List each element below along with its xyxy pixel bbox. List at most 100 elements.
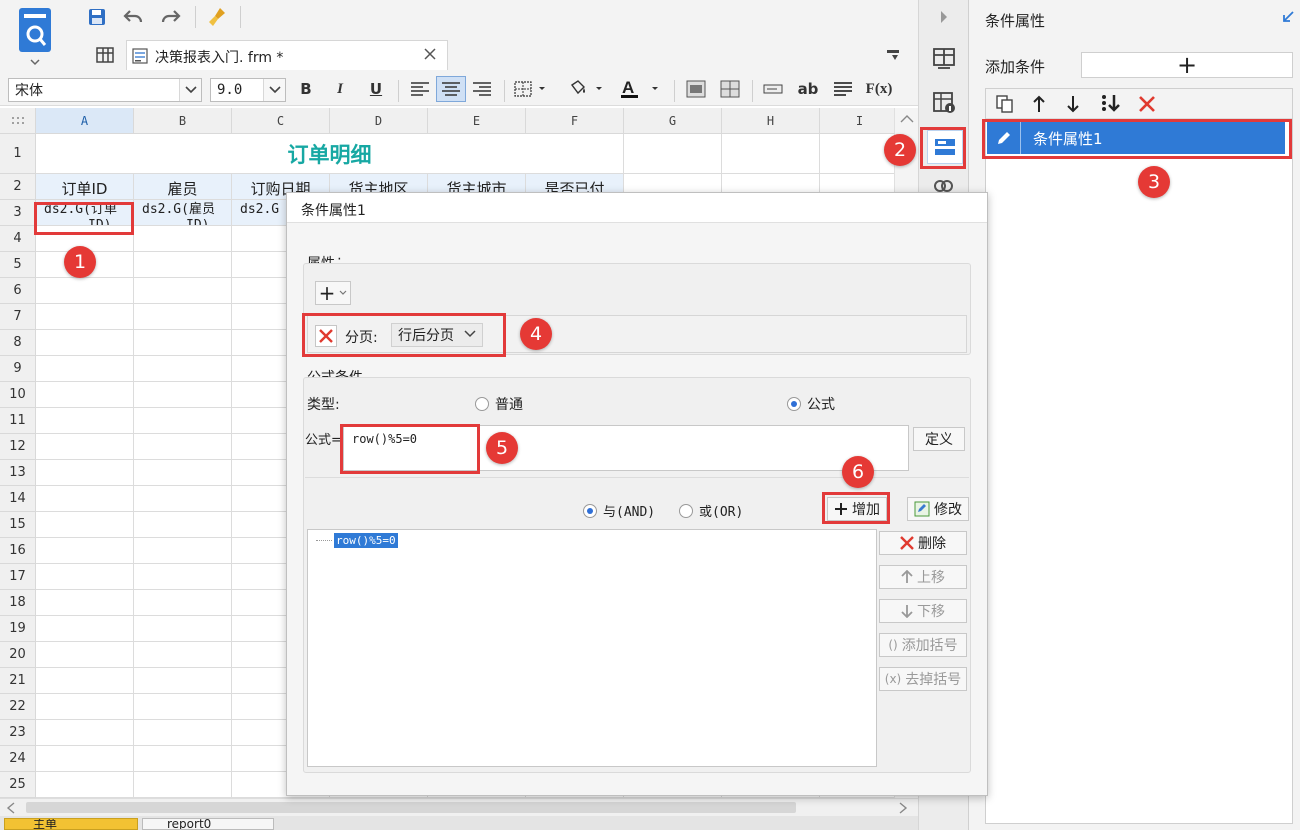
condition-attribute-icon[interactable] [927,130,963,164]
row-header[interactable]: 3 [0,200,36,226]
row-header[interactable]: 19 [0,616,36,642]
add-attr-button[interactable]: + [315,281,351,305]
row-header[interactable]: 20 [0,642,36,668]
row-header[interactable]: 18 [0,590,36,616]
scroll-thumb[interactable] [26,802,796,813]
scroll-up-icon[interactable] [900,114,914,124]
add-bracket-button[interactable]: () 添加括号 [879,633,967,657]
add-condition-button[interactable]: + [1081,52,1293,78]
paging-select[interactable]: 行后分页 [391,323,483,347]
grid-cell[interactable] [134,486,232,512]
column-header[interactable]: H [722,108,820,134]
row-header[interactable]: 16 [0,538,36,564]
font-color-icon[interactable]: A [616,76,664,102]
row-header[interactable]: 2 [0,174,36,200]
cell-element-icon[interactable] [932,46,956,70]
grid-cell[interactable] [36,278,134,304]
expand-arrow-icon[interactable] [939,10,949,24]
grid-cell[interactable] [134,564,232,590]
font-size-select[interactable]: 9.0 [210,78,286,102]
row-header[interactable]: 1 [0,134,36,174]
grid-view-icon[interactable] [92,42,118,68]
cell-attribute-icon[interactable] [932,90,956,114]
grid-cell[interactable] [134,616,232,642]
move-down-icon[interactable] [1066,95,1080,113]
row-header[interactable]: 8 [0,330,36,356]
file-tab[interactable]: 决策报表入门. frm * [126,40,448,70]
grid-cell[interactable] [36,512,134,538]
column-header[interactable]: D [330,108,428,134]
grid-cell[interactable] [134,356,232,382]
split-cells-icon[interactable] [716,76,744,102]
type-formula-radio[interactable]: 公式 [787,394,835,414]
grid-cell[interactable] [36,642,134,668]
grid-cell[interactable] [36,772,134,798]
grid-cell[interactable] [134,330,232,356]
row-header[interactable]: 14 [0,486,36,512]
merge-cells-icon[interactable] [682,76,710,102]
grid-cell[interactable] [134,460,232,486]
grid-cell[interactable] [134,304,232,330]
grid-cell[interactable] [134,382,232,408]
text-tool-button[interactable]: ab [794,76,822,102]
data-cell[interactable]: ds2.G(雇员 ID) [134,200,232,226]
grid-cell[interactable] [36,330,134,356]
bold-button[interactable]: B [294,76,318,102]
column-header[interactable]: B [134,108,232,134]
grid-cell[interactable] [36,460,134,486]
modify-button[interactable]: 修改 [907,497,969,521]
grid-cell[interactable] [36,382,134,408]
grid-cell[interactable] [134,434,232,460]
type-normal-radio[interactable]: 普通 [475,394,523,414]
report-title-cell[interactable]: 订单明细 [36,134,624,174]
grid-cell[interactable] [36,720,134,746]
grid-cell[interactable] [134,278,232,304]
format-painter-icon[interactable] [204,4,230,30]
align-left-icon[interactable] [406,76,434,102]
row-header[interactable]: 15 [0,512,36,538]
move-up-button[interactable]: 上移 [879,565,967,589]
grid-cell[interactable] [134,408,232,434]
row-header[interactable]: 21 [0,668,36,694]
grid-cell[interactable] [722,134,820,174]
row-header[interactable]: 9 [0,356,36,382]
scroll-right-icon[interactable] [898,802,908,814]
move-bottom-icon[interactable] [1100,94,1122,114]
grid-cell[interactable] [36,590,134,616]
delete-button[interactable]: 删除 [879,531,967,555]
remove-bracket-button[interactable]: (x) 去掉括号 [879,667,967,691]
align-center-icon[interactable] [436,76,466,102]
align-right-icon[interactable] [468,76,496,102]
row-header[interactable]: 5 [0,252,36,278]
fill-color-icon[interactable] [564,76,608,102]
row-header[interactable]: 22 [0,694,36,720]
save-icon[interactable] [84,4,110,30]
scroll-left-icon[interactable] [6,802,16,814]
column-header[interactable]: E [428,108,526,134]
collapse-corner-icon[interactable] [880,42,906,68]
row-header[interactable]: 6 [0,278,36,304]
list-item[interactable]: row()%5=0 [334,533,398,548]
select-all-corner[interactable] [0,108,36,134]
sheet-tab-main[interactable]: 主单 [4,818,138,830]
column-header[interactable]: F [526,108,624,134]
grid-cell[interactable] [36,356,134,382]
grid-cell[interactable] [134,226,232,252]
row-header[interactable]: 25 [0,772,36,798]
list-item[interactable]: 条件属性1 [987,122,1285,154]
grid-cell[interactable] [134,590,232,616]
move-up-icon[interactable] [1032,95,1046,113]
row-header[interactable]: 23 [0,720,36,746]
grid-cell[interactable] [36,434,134,460]
grid-cell[interactable] [36,408,134,434]
collapse-panel-icon[interactable] [1281,10,1295,24]
logic-or-radio[interactable]: 或(OR) [679,501,743,520]
redo-icon[interactable] [158,4,184,30]
delete-icon[interactable] [1138,95,1156,113]
row-header[interactable]: 24 [0,746,36,772]
undo-icon[interactable] [120,4,146,30]
grid-cell[interactable] [36,564,134,590]
grid-cell[interactable] [36,538,134,564]
copy-icon[interactable] [996,95,1014,113]
row-header[interactable]: 4 [0,226,36,252]
